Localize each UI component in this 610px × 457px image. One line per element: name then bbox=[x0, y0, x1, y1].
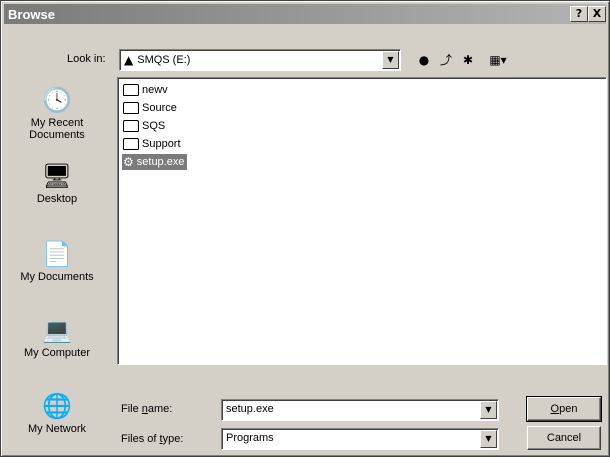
drive-icon: ▲ bbox=[124, 53, 134, 67]
new-folder-icon[interactable]: ✱ bbox=[459, 51, 477, 69]
list-item[interactable]: Source bbox=[122, 100, 180, 116]
chevron-down-icon[interactable]: ▼ bbox=[382, 51, 399, 69]
look-in-combo[interactable]: ▲ SMQS (E:) ▼ bbox=[119, 49, 401, 71]
file-name: SQS bbox=[142, 120, 166, 132]
close-button[interactable]: X bbox=[588, 6, 606, 22]
places-bar: 🕓 My Recent Documents 🖥 Desktop 📄 My Doc… bbox=[5, 79, 109, 451]
cancel-button[interactable]: Cancel bbox=[527, 426, 601, 450]
place-my-computer[interactable]: 💻 My Computer bbox=[5, 315, 109, 359]
file-name-label: File name: bbox=[121, 403, 173, 415]
place-desktop[interactable]: 🖥 Desktop bbox=[5, 161, 109, 205]
views-menu-icon[interactable]: ▦▾ bbox=[483, 51, 513, 69]
desktop-icon: 🖥 bbox=[41, 162, 73, 190]
close-icon: X bbox=[592, 7, 602, 20]
place-label: My Recent bbox=[30, 117, 84, 129]
file-name: Source bbox=[142, 102, 177, 114]
place-label: My Network bbox=[27, 423, 87, 435]
look-in-value: SMQS (E:) bbox=[137, 54, 191, 66]
my-documents-icon: 📄 bbox=[42, 240, 72, 268]
place-recent-documents[interactable]: 🕓 My Recent Documents bbox=[5, 85, 109, 141]
file-name: setup.exe bbox=[136, 156, 185, 168]
help-button[interactable]: ? bbox=[570, 6, 588, 22]
application-icon: ⚙ bbox=[123, 155, 134, 169]
place-my-documents[interactable]: 📄 My Documents bbox=[5, 239, 109, 283]
file-name: Support bbox=[142, 138, 181, 150]
file-name-value: setup.exe bbox=[226, 403, 274, 415]
place-label: Desktop bbox=[36, 193, 78, 205]
list-item[interactable]: newv bbox=[122, 82, 171, 98]
file-type-label: Files of type: bbox=[121, 433, 184, 445]
list-item-selected[interactable]: ⚙ setup.exe bbox=[122, 154, 188, 170]
my-network-icon: 🌐 bbox=[42, 392, 72, 420]
list-item[interactable]: Support bbox=[122, 136, 184, 152]
look-in-label: Look in: bbox=[67, 53, 106, 65]
file-type-value: Programs bbox=[226, 432, 274, 444]
folder-icon bbox=[123, 120, 139, 132]
recent-documents-icon: 🕓 bbox=[42, 86, 72, 114]
my-computer-icon: 💻 bbox=[42, 316, 72, 344]
browse-dialog: Browse ? X Look in: ▲ SMQS (E:) ▼ ● ⤴ ✱ … bbox=[0, 0, 610, 457]
file-list[interactable]: newv Source SQS Support ⚙ setup.exe bbox=[117, 77, 607, 365]
title-bar[interactable]: Browse ? X bbox=[4, 4, 606, 24]
place-label: Documents bbox=[29, 129, 85, 141]
help-icon: ? bbox=[575, 7, 583, 20]
file-name: newv bbox=[142, 84, 168, 96]
list-item[interactable]: SQS bbox=[122, 118, 168, 134]
chevron-down-icon[interactable]: ▼ bbox=[480, 430, 497, 448]
window-title: Browse bbox=[8, 7, 55, 22]
back-icon[interactable]: ● bbox=[415, 51, 433, 69]
up-folder-icon[interactable]: ⤴ bbox=[437, 51, 455, 69]
chevron-down-icon[interactable]: ▼ bbox=[480, 401, 497, 419]
open-button[interactable]: Open bbox=[526, 396, 602, 422]
place-label: My Computer bbox=[23, 347, 91, 359]
folder-icon bbox=[123, 138, 139, 150]
folder-icon bbox=[123, 102, 139, 114]
place-label: My Documents bbox=[20, 271, 94, 283]
file-name-field[interactable]: setup.exe ▼ bbox=[221, 399, 499, 421]
folder-icon bbox=[123, 84, 139, 96]
place-my-network[interactable]: 🌐 My Network bbox=[5, 391, 109, 435]
file-type-select[interactable]: Programs ▼ bbox=[221, 428, 499, 450]
